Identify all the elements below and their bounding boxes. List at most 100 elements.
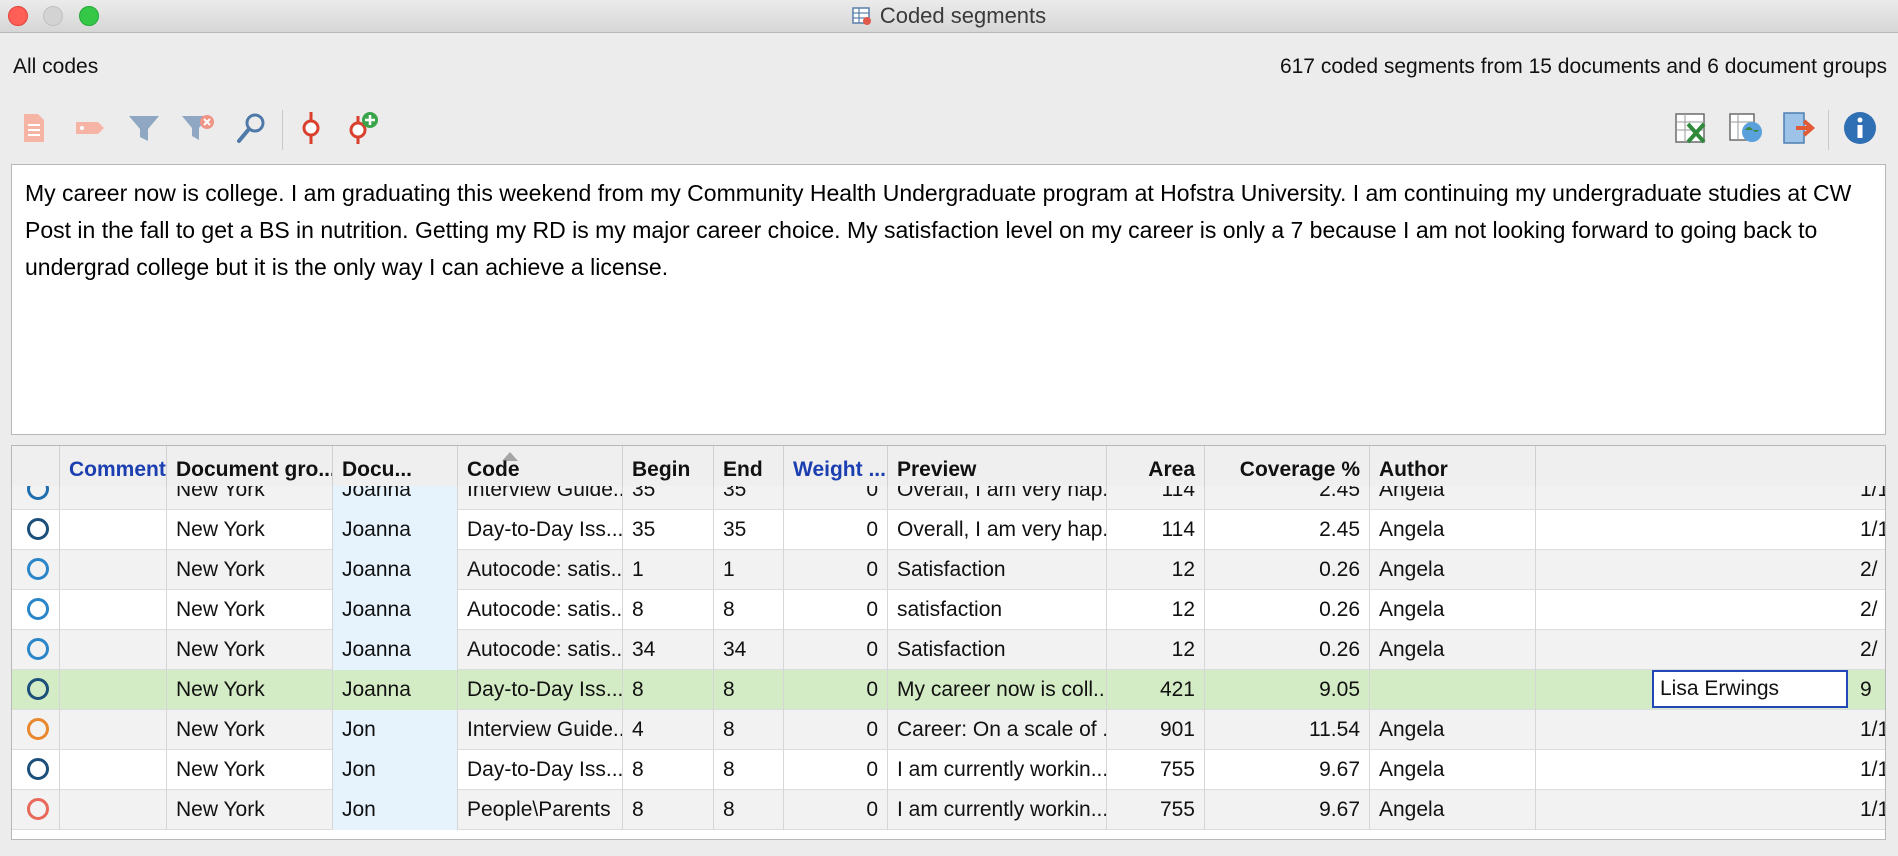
toolbar-separator	[1828, 110, 1829, 150]
cell-code: Interview Guide...	[458, 486, 623, 510]
column-header-extra	[1536, 446, 1885, 486]
cell-begin: 35	[623, 510, 714, 550]
cell-extra: 2/	[1860, 558, 1878, 581]
column-header-author[interactable]: Author	[1370, 446, 1536, 486]
column-header-comment[interactable]: Comment	[60, 446, 167, 486]
table-row[interactable]: New York Joanna Interview Guide... 35 35 0 Ove…	[12, 486, 1885, 510]
cell-author: Lisa Erwings	[1370, 670, 1536, 710]
table-row[interactable]: New York Jon Interview Guide... 4 8 0 Career: …	[12, 710, 1885, 750]
cell-extra: 1/1	[1860, 798, 1885, 821]
clear-filter-icon[interactable]	[180, 110, 216, 146]
web-export-icon[interactable]	[1728, 110, 1764, 146]
document-icon[interactable]	[16, 110, 52, 146]
cell-area: 114	[1107, 486, 1205, 510]
info-icon[interactable]	[1842, 110, 1878, 146]
cell-begin: 1	[623, 550, 714, 590]
cell-extra: 1/1	[1860, 758, 1885, 781]
cell-document: Joanna	[333, 590, 458, 630]
table-row[interactable]: New York Jon Day-to-Day Iss... 8 8 0 I am curr…	[12, 750, 1885, 790]
cell-extra: 1/1	[1860, 518, 1885, 541]
cell-preview: I am currently workin...	[888, 750, 1107, 790]
table-row[interactable]: New York Joanna Day-to-Day Iss... 8 8 0 My car…	[12, 670, 1885, 710]
cell-extra: 9	[1860, 678, 1872, 701]
cell-author: Angela	[1370, 590, 1536, 630]
code-color-circle-icon	[27, 558, 49, 580]
search-icon[interactable]	[234, 110, 270, 146]
cell-code-color	[12, 750, 60, 790]
cell-code-color	[12, 486, 60, 510]
segment-preview-text[interactable]: My career now is college. I am graduatin…	[11, 164, 1886, 435]
table-row[interactable]: New York Joanna Autocode: satis... 8 8 0 satis…	[12, 590, 1885, 630]
column-header-document[interactable]: Docu...	[333, 446, 458, 486]
cell-code: People\Parents	[458, 790, 623, 830]
code-color-circle-icon	[27, 678, 49, 700]
cell-code-color	[12, 710, 60, 750]
code-color-circle-icon	[27, 798, 49, 820]
code-color-circle-icon	[27, 598, 49, 620]
column-header-area[interactable]: Area	[1107, 446, 1205, 486]
column-header-weight[interactable]: Weight ...	[784, 446, 888, 486]
column-header-preview[interactable]: Preview	[888, 446, 1107, 486]
cell-comment[interactable]	[60, 710, 167, 750]
cell-preview: Satisfaction	[888, 550, 1107, 590]
export-icon[interactable]	[1782, 110, 1818, 146]
cell-comment[interactable]	[60, 486, 167, 510]
cell-end: 35	[714, 486, 784, 510]
filter-icon[interactable]	[126, 110, 162, 146]
table-row[interactable]: New York Joanna Day-to-Day Iss... 35 35 0 Over…	[12, 510, 1885, 550]
cell-document-group: New York	[167, 590, 333, 630]
cell-end: 35	[714, 510, 784, 550]
cell-code: Day-to-Day Iss...	[458, 510, 623, 550]
cell-document-group: New York	[167, 510, 333, 550]
column-header-document-group[interactable]: Document gro...	[167, 446, 333, 486]
cell-document: Joanna	[333, 670, 458, 710]
column-header-coverage[interactable]: Coverage %	[1205, 446, 1370, 486]
title-bar: Coded segments	[0, 0, 1898, 33]
table-row[interactable]: New York Joanna Autocode: satis... 34 34 0 Sat…	[12, 630, 1885, 670]
cell-document-group: New York	[167, 750, 333, 790]
column-header-end[interactable]: End	[714, 446, 784, 486]
cell-begin: 8	[623, 790, 714, 830]
cell-document: Joanna	[333, 630, 458, 670]
cell-weight: 0	[784, 710, 888, 750]
table-row[interactable]: New York Jon People\Parents 8 8 0 I am current…	[12, 790, 1885, 830]
cell-area: 755	[1107, 790, 1205, 830]
tag-icon[interactable]	[72, 110, 108, 146]
cell-preview: Overall, I am very hap...	[888, 510, 1107, 550]
cell-comment[interactable]	[60, 670, 167, 710]
cell-coverage: 9.67	[1205, 790, 1370, 830]
cell-coverage: 0.26	[1205, 550, 1370, 590]
cell-author: Angela	[1370, 790, 1536, 830]
cell-document-group: New York	[167, 550, 333, 590]
cell-comment[interactable]	[60, 750, 167, 790]
cell-comment[interactable]	[60, 630, 167, 670]
cell-comment[interactable]	[60, 550, 167, 590]
cell-author: Angela	[1370, 510, 1536, 550]
cell-weight: 0	[784, 790, 888, 830]
cell-weight: 0	[784, 510, 888, 550]
cell-code-color	[12, 790, 60, 830]
cell-document-group: New York	[167, 486, 333, 510]
author-edit-field[interactable]: Lisa Erwings	[1652, 670, 1848, 708]
cell-end: 8	[714, 750, 784, 790]
column-header-icon[interactable]	[12, 446, 60, 486]
cell-begin: 34	[623, 630, 714, 670]
code-color-circle-icon	[27, 758, 49, 780]
column-header-code[interactable]: Code	[458, 446, 623, 486]
column-header-begin[interactable]: Begin	[623, 446, 714, 486]
cell-document: Joanna	[333, 510, 458, 550]
table-row[interactable]: New York Joanna Autocode: satis... 1 1 0 Satis…	[12, 550, 1885, 590]
table-icon	[852, 7, 871, 25]
cell-comment[interactable]	[60, 510, 167, 550]
cell-begin: 8	[623, 750, 714, 790]
cell-coverage: 11.54	[1205, 710, 1370, 750]
add-segment-icon[interactable]	[344, 110, 380, 146]
cell-comment[interactable]	[60, 790, 167, 830]
cell-area: 12	[1107, 590, 1205, 630]
cell-coverage: 0.26	[1205, 630, 1370, 670]
excel-export-icon[interactable]	[1674, 110, 1710, 146]
cell-begin: 8	[623, 670, 714, 710]
segment-icon[interactable]	[293, 110, 329, 146]
cell-comment[interactable]	[60, 590, 167, 630]
cell-weight: 0	[784, 550, 888, 590]
